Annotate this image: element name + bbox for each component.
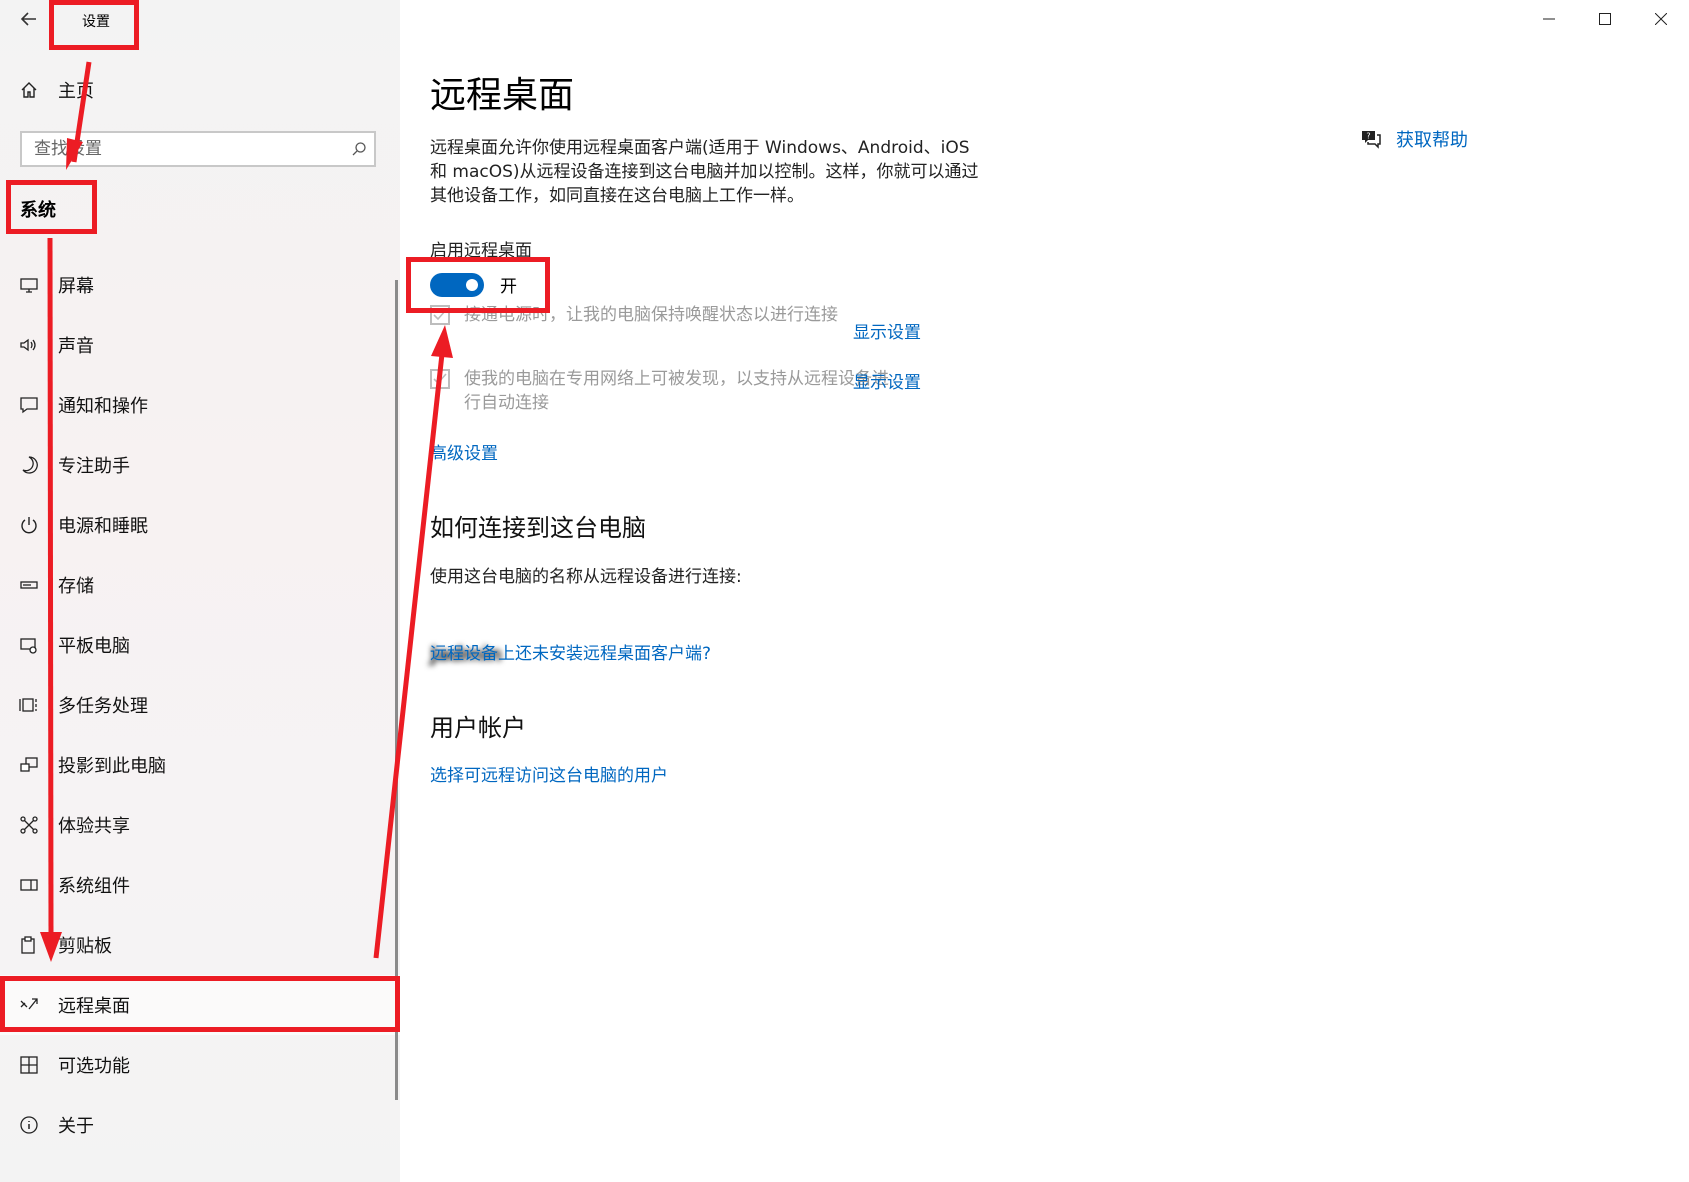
annotation-arrowhead-3 — [431, 325, 453, 358]
annotation-arrow-3 — [373, 353, 445, 959]
annotation-arrowhead-2 — [40, 932, 62, 962]
annotation-arrow-2 — [47, 237, 54, 936]
annotation-arrows — [40, 61, 453, 962]
annotation-arrowhead-1 — [66, 138, 83, 170]
